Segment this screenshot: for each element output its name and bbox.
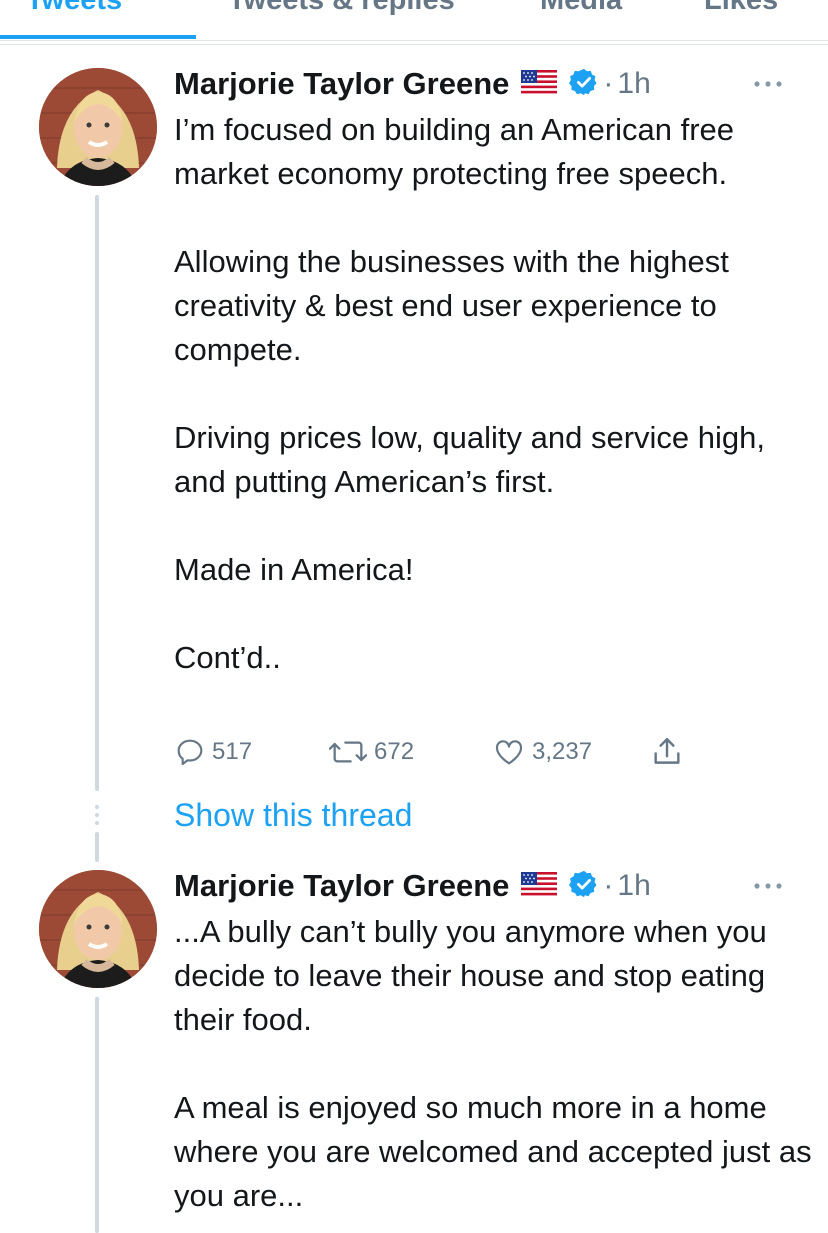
reply-icon	[177, 739, 203, 766]
avatar[interactable]	[39, 68, 157, 186]
tweet-paragraph: Driving prices low, quality and service …	[174, 420, 765, 499]
tweet-text: I’m focused on building an American free…	[174, 108, 814, 680]
tab-divider	[0, 44, 828, 45]
tweet-text: ...A bully can’t bully you anymore when …	[174, 910, 814, 1218]
tweet-paragraph: ...A bully can’t bully you anymore when …	[174, 914, 767, 1037]
retweet-count: 672	[374, 738, 415, 765]
thread-line	[95, 195, 99, 791]
us-flag-icon	[521, 69, 558, 99]
retweet-icon	[328, 741, 368, 763]
separator: ·	[603, 869, 614, 902]
tweet-header: Marjorie Taylor Greene · 1h	[174, 866, 651, 906]
tab-tweets[interactable]: Tweets	[26, 0, 122, 17]
retweet-button[interactable]: 672	[328, 732, 414, 772]
share-button[interactable]	[650, 732, 684, 772]
like-icon	[495, 740, 523, 765]
profile-tabs: Tweets Tweets & replies Media Likes	[0, 0, 828, 41]
us-flag-icon	[521, 871, 558, 901]
like-count: 3,237	[532, 738, 593, 765]
verified-badge-icon	[569, 869, 599, 904]
tweet-time[interactable]: 1h	[617, 869, 650, 903]
tweet-time[interactable]: 1h	[617, 67, 650, 101]
tweet-paragraph: Made in America!	[174, 552, 414, 587]
show-thread-link[interactable]: Show this thread	[174, 797, 412, 834]
reply-count: 517	[212, 738, 253, 765]
author-name[interactable]: Marjorie Taylor Greene	[174, 66, 509, 102]
reply-button[interactable]: 517	[174, 732, 252, 772]
more-options-icon[interactable]	[752, 876, 784, 901]
verified-badge-icon	[569, 67, 599, 102]
tab-media[interactable]: Media	[540, 0, 622, 17]
share-icon	[654, 738, 680, 764]
author-name[interactable]: Marjorie Taylor Greene	[174, 868, 509, 904]
avatar-image	[39, 68, 157, 186]
thread-line	[95, 997, 99, 1233]
tweet-actions: 517 672 3,237	[174, 732, 734, 772]
like-button[interactable]: 3,237	[492, 732, 592, 772]
tab-tweets-and-replies[interactable]: Tweets & replies	[228, 0, 455, 17]
tweet-paragraph: Allowing the businesses with the highest…	[174, 244, 729, 367]
tweet-header: Marjorie Taylor Greene · 1h	[174, 64, 651, 104]
thread-line	[95, 832, 99, 862]
active-tab-indicator	[0, 35, 196, 39]
tab-likes[interactable]: Likes	[704, 0, 778, 17]
tweet-paragraph: I’m focused on building an American free…	[174, 112, 735, 191]
tweet-paragraph: A meal is enjoyed so much more in a home…	[174, 1090, 812, 1213]
tweet-paragraph: Cont’d..	[174, 640, 281, 675]
more-options-icon[interactable]	[752, 74, 784, 99]
separator: ·	[603, 67, 614, 100]
avatar[interactable]	[39, 870, 157, 988]
avatar-image	[39, 870, 157, 988]
thread-dots	[95, 805, 99, 829]
